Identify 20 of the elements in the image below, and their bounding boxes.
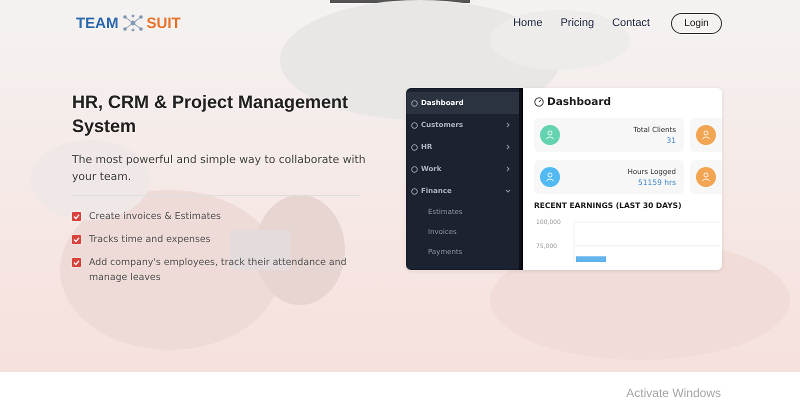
hero-subtitle: The most powerful and simple way to collaborate with your team.	[72, 152, 367, 185]
feature-text: Tracks time and expenses	[89, 233, 211, 247]
dashboard-title: Dashboard	[547, 96, 612, 108]
network-icon	[122, 14, 144, 32]
chevron-right-icon	[505, 144, 511, 150]
chart-bar	[576, 256, 606, 262]
chevron-right-icon	[505, 166, 511, 172]
activation-notice: Activate Windows	[626, 386, 721, 400]
hero-title: HR, CRM & Project Management System	[72, 91, 350, 138]
nav-link[interactable]: Home	[513, 17, 542, 29]
feature-text: Add company's employees, track their attendance and manage leaves	[89, 256, 348, 285]
nav-link[interactable]: Pricing	[560, 17, 594, 29]
chevron-down-icon	[505, 188, 511, 194]
logo-text: SUIT	[146, 14, 181, 32]
chevron-right-icon	[505, 122, 511, 128]
nav-link[interactable]: Contact	[612, 17, 650, 29]
login-button[interactable]: Login	[671, 12, 722, 34]
logo-text: TEAM	[76, 14, 118, 32]
gauge-icon	[534, 97, 544, 107]
feature-text: Create invoices & Estimates	[89, 210, 221, 224]
